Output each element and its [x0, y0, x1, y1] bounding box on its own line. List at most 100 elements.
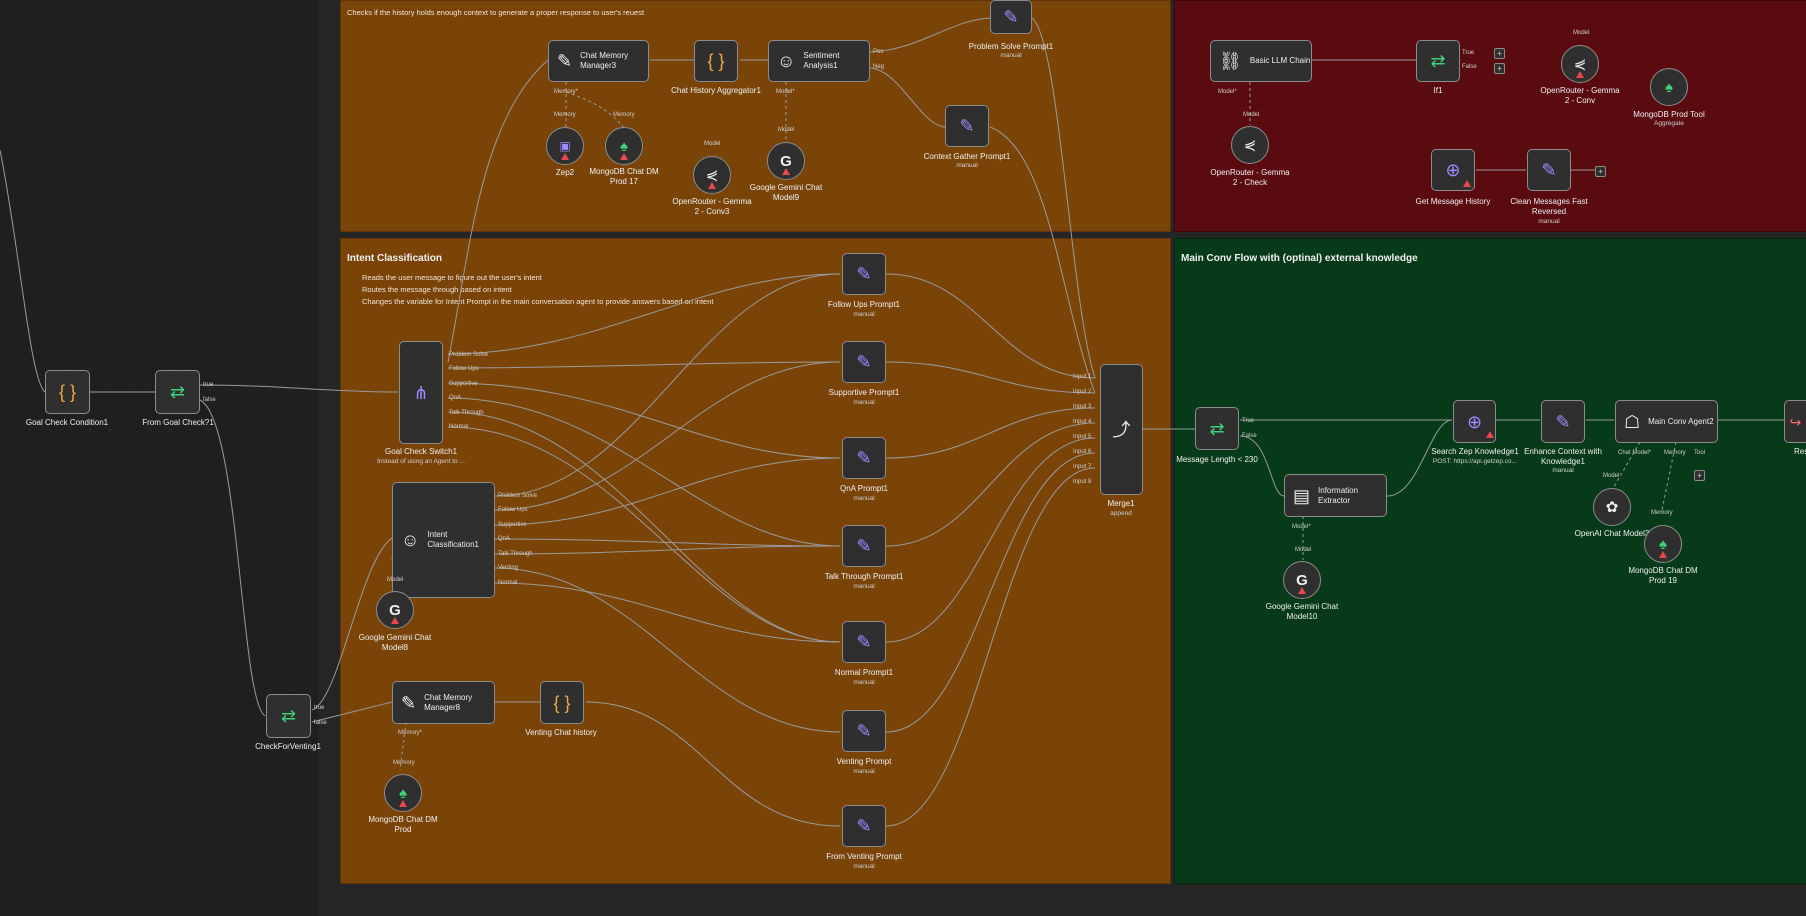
goal-check-switch-node[interactable]: ⋔	[399, 341, 443, 444]
follow-ups-prompt-node[interactable]: ✎	[842, 253, 886, 295]
model-port-label: Model	[1573, 30, 1590, 36]
enhance-context-label: Enhance Context with Knowledge1	[1524, 447, 1602, 466]
merge-node[interactable]: ⤴	[1100, 364, 1143, 495]
chat-memory-manager8-node[interactable]: ✎ Chat Memory Manager8	[392, 681, 495, 724]
chat-memory-manager3-node[interactable]: ✎ Chat Memory Manager3	[548, 40, 649, 82]
intent-classification-node[interactable]: ☺ Intent Classification1	[392, 482, 495, 598]
supportive-prompt-sub: manual	[853, 399, 875, 406]
from-venting-prompt-node[interactable]: ✎	[842, 805, 886, 847]
openrouter-check-node[interactable]: ⋞	[1231, 126, 1269, 164]
false-port-label: false	[314, 720, 327, 726]
venting-prompt-node[interactable]: ✎	[842, 710, 886, 752]
chat-history-aggregator-label: Chat History Aggregator1	[671, 86, 761, 95]
venting-prompt-label: Venting Prompt	[836, 757, 892, 766]
main-conv-agent-title: Main Conv Agent2	[1648, 416, 1714, 426]
classifier-icon: ☺	[401, 530, 420, 550]
switch-port-qna: QnA	[449, 395, 462, 401]
mongodb-prod-tool-node[interactable]: ♠	[1650, 68, 1688, 106]
leaf-icon: ♠	[1665, 78, 1673, 96]
add-connection-icon[interactable]: +	[1494, 63, 1505, 74]
if-branch-icon: ⇄	[169, 382, 186, 402]
main-conv-agent-node[interactable]: ☖ Main Conv Agent2	[1615, 400, 1718, 443]
warning-icon	[391, 617, 399, 624]
qna-prompt-label: QnA Prompt1	[839, 484, 889, 493]
check-for-venting-node[interactable]: ⇄	[266, 694, 311, 738]
model-port-label: Model	[1243, 112, 1260, 118]
true-port-label: True	[1462, 50, 1475, 56]
gemini-model8-label: Google Gemini Chat Model8	[358, 633, 432, 652]
sentiment-analysis-title: Sentiment Analysis1	[803, 51, 840, 70]
add-tool-icon[interactable]: +	[1694, 470, 1705, 481]
google-icon: G	[780, 152, 792, 170]
message-length-node[interactable]: ⇄	[1195, 407, 1239, 450]
chat-memory-manager3-title: Chat Memory Manager3	[580, 51, 629, 70]
goal-check-switch-sub: Instead of using an Agent to ...	[377, 458, 465, 465]
merge-input-8: Input 8	[1073, 479, 1092, 485]
goal-check-condition-node[interactable]: { }	[45, 370, 90, 414]
true-port-label: true	[314, 705, 325, 711]
goal-check-switch-label: Goal Check Switch1	[384, 447, 458, 456]
talk-through-prompt-node[interactable]: ✎	[842, 525, 886, 567]
edit-icon: ✎	[856, 264, 872, 284]
clean-messages-node[interactable]: ✎	[1527, 149, 1571, 191]
sentiment-neg-port: Neg	[873, 64, 885, 70]
sentiment-icon: ☺	[777, 51, 796, 71]
memory-port-label: Memory	[393, 760, 415, 766]
qna-prompt-node[interactable]: ✎	[842, 437, 886, 479]
mongodb-prod-label: MongoDB Chat DM Prod	[368, 815, 438, 834]
sentiment-analysis-node[interactable]: ☺ Sentiment Analysis1	[768, 40, 870, 82]
warning-icon	[1659, 551, 1667, 558]
goal-check-condition-label: Goal Check Condition1	[25, 418, 109, 427]
mongodb-prod-tool-label: MongoDB Prod Tool	[1633, 110, 1705, 119]
normal-prompt-node[interactable]: ✎	[842, 621, 886, 663]
search-zep-label: Search Zep Knowledge1	[1431, 447, 1519, 456]
openrouter-conv-label: OpenRouter - Gemma 2 - Conv	[1540, 86, 1620, 105]
clean-messages-label: Clean Messages Fast Reversed	[1510, 197, 1588, 216]
venting-chat-history-node[interactable]: { }	[540, 681, 584, 724]
warning-icon	[1486, 431, 1494, 438]
enhance-context-node[interactable]: ✎	[1541, 400, 1585, 443]
information-extractor-node[interactable]: ▤ Information Extractor	[1284, 474, 1387, 517]
venting-chat-history-label: Venting Chat history	[525, 728, 597, 737]
switch-port-normal: Normal	[449, 424, 469, 430]
supportive-prompt-label: Supportive Prompt1	[828, 388, 900, 397]
edit-icon: ✎	[401, 692, 417, 713]
intent-port-qna: QnA	[498, 536, 511, 542]
basic-llm-chain-node[interactable]: ⛓ Basic LLM Chain	[1210, 40, 1312, 82]
intent-port-normal: Normal	[498, 580, 518, 586]
memory-port-label: Memory	[613, 112, 635, 118]
merge-input-1: Input 1	[1073, 374, 1092, 380]
follow-ups-prompt-label: Follow Ups Prompt1	[827, 300, 901, 309]
leaf-icon: ♠	[1659, 535, 1667, 553]
enhance-context-sub: manual	[1552, 467, 1574, 474]
from-goal-check-node[interactable]: ⇄	[155, 370, 200, 414]
chat-history-aggregator-node[interactable]: { }	[694, 40, 738, 82]
respond-to-node[interactable]: ↪	[1784, 400, 1806, 443]
merge-input-6: Input 6	[1073, 449, 1092, 455]
context-gather-prompt-node[interactable]: ✎	[945, 105, 989, 147]
switch-port-follow-ups: Follow Ups	[449, 366, 479, 372]
add-connection-icon[interactable]: +	[1494, 48, 1505, 59]
supportive-prompt-node[interactable]: ✎	[842, 341, 886, 383]
openai-model-node[interactable]: ✿	[1593, 488, 1631, 526]
problem-solve-prompt-node[interactable]: ✎	[990, 0, 1032, 34]
true-port-label: true	[203, 382, 214, 388]
add-connection-icon[interactable]: +	[1595, 166, 1606, 177]
talk-through-prompt-label: Talk Through Prompt1	[824, 572, 904, 581]
warning-icon	[1298, 587, 1306, 594]
check-for-venting-label: CheckForVenting1	[255, 742, 321, 751]
edit-icon: ✎	[557, 51, 573, 71]
merge-input-3: Input 3	[1073, 404, 1092, 410]
merge-sub: append	[1110, 510, 1132, 517]
edit-icon: ✎	[1541, 160, 1557, 180]
information-extractor-title: Information Extractor	[1318, 485, 1359, 505]
intent-port-follow-ups: Follow Ups	[498, 507, 528, 513]
true-port-label: True	[1242, 418, 1255, 424]
memory-port-label: Memory	[554, 112, 576, 118]
zep-icon: ▣	[559, 139, 571, 153]
model-port-label: Model*	[776, 89, 795, 95]
if1-node[interactable]: ⇄	[1416, 40, 1460, 82]
gemini-model9-label: Google Gemini Chat Model9	[749, 183, 823, 202]
intent-classification-title: Intent Classification1	[427, 530, 479, 549]
context-gather-prompt-label: Context Gather Prompt1	[923, 152, 1011, 161]
